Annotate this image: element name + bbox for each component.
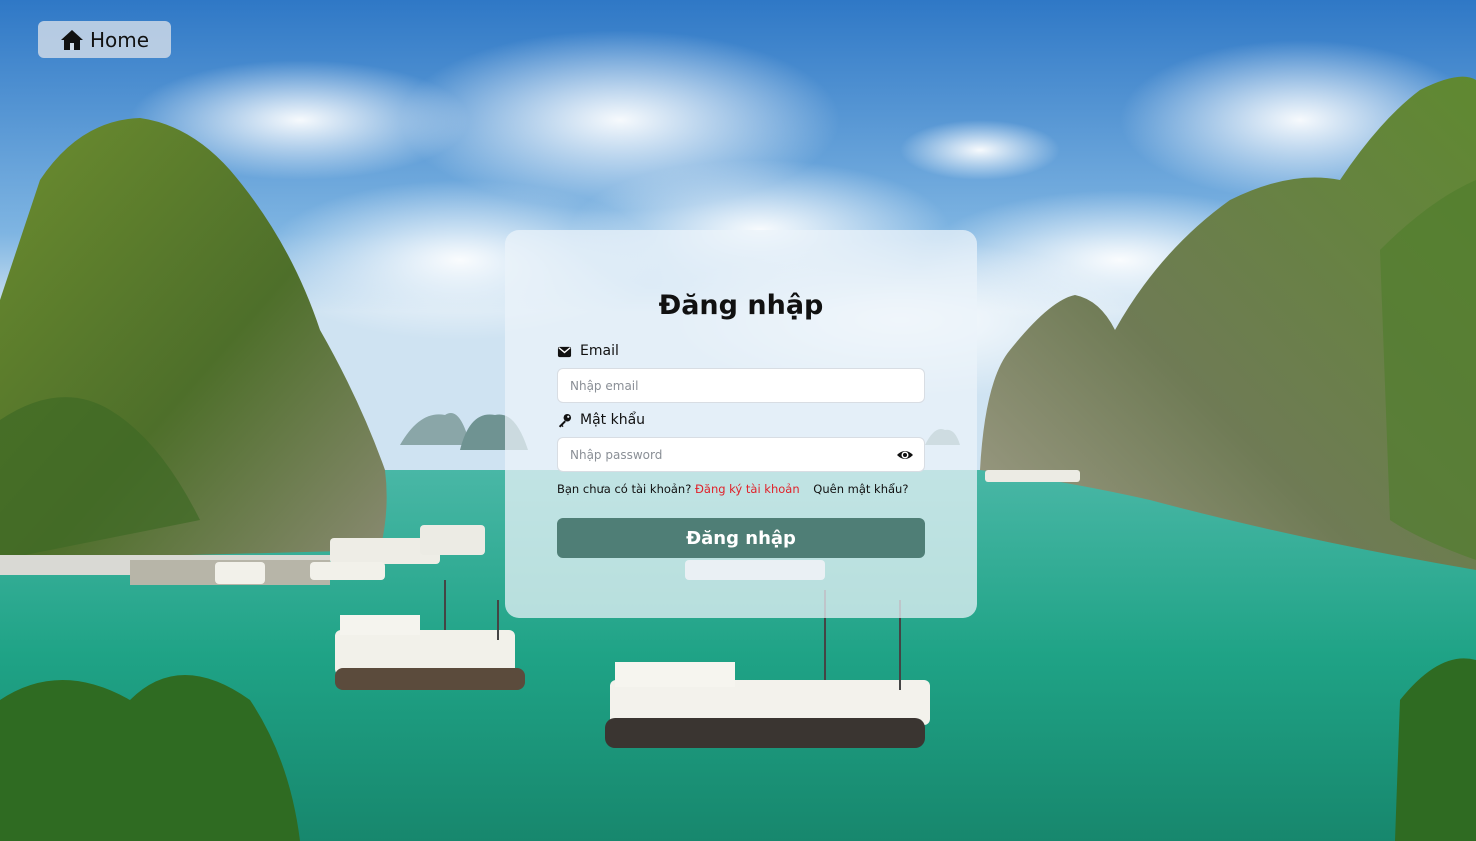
email-input[interactable] xyxy=(558,378,924,393)
home-icon xyxy=(60,29,83,50)
account-links: Bạn chưa có tài khoản? Đăng ký tài khoản… xyxy=(557,482,929,496)
home-button-label: Home xyxy=(89,27,150,52)
email-icon xyxy=(557,346,572,357)
email-label-row: Email xyxy=(557,343,619,359)
email-field-wrapper xyxy=(557,368,925,403)
key-icon xyxy=(558,413,572,428)
email-label: Email xyxy=(580,343,619,359)
login-card: Đăng nhập Email Mật khẩu Bạn chưa có tài… xyxy=(505,230,977,618)
login-submit-button[interactable]: Đăng nhập xyxy=(557,518,925,558)
home-button[interactable]: Home xyxy=(38,21,171,58)
login-title: Đăng nhập xyxy=(658,290,824,321)
no-account-text: Bạn chưa có tài khoản? xyxy=(557,482,692,496)
password-input[interactable] xyxy=(558,447,924,462)
password-label-row: Mật khẩu xyxy=(557,412,645,428)
password-label: Mật khẩu xyxy=(580,412,646,428)
password-field-wrapper xyxy=(557,437,925,472)
forgot-password-link[interactable]: Quên mật khẩu? xyxy=(813,482,908,496)
eye-icon[interactable] xyxy=(896,447,914,463)
register-link[interactable]: Đăng ký tài khoản xyxy=(695,482,800,496)
